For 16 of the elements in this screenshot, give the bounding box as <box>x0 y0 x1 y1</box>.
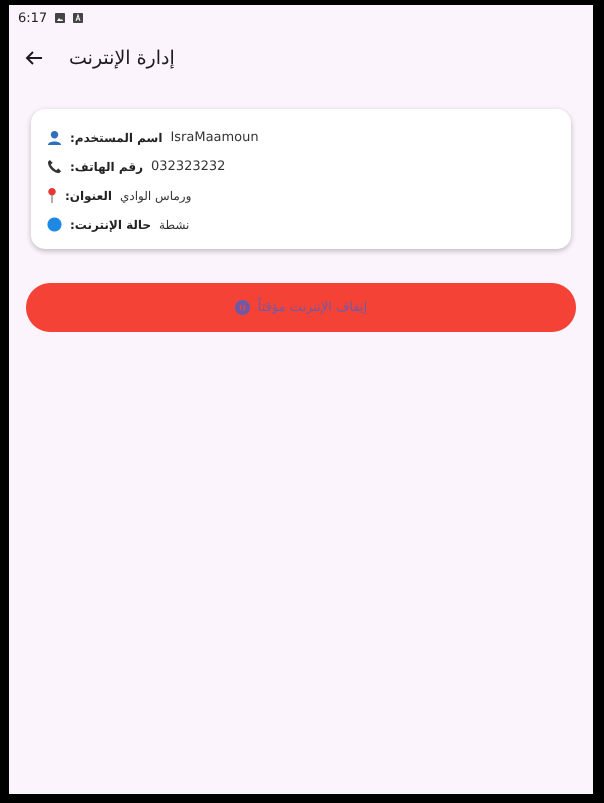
image-icon <box>55 13 66 23</box>
field-label: رقم الهاتف: <box>70 160 143 174</box>
field-label: العنوان: <box>65 188 112 202</box>
field-value: ورماس الوادي <box>120 188 192 202</box>
field-value: نشطة <box>159 218 190 232</box>
field-value: 032323232 <box>151 159 226 174</box>
page-title: إدارة الإنترنت <box>69 47 175 69</box>
status-time: 6:17 <box>18 10 48 26</box>
field-label: اسم المستخدم: <box>70 130 162 144</box>
field-label: حالة الإنترنت: <box>70 218 152 232</box>
pause-icon <box>234 300 250 315</box>
person-icon <box>47 130 62 145</box>
back-arrow-icon[interactable] <box>25 50 43 66</box>
phone-icon <box>47 159 62 174</box>
field-value: IsraMaamoun <box>170 130 259 145</box>
pin-icon <box>47 188 57 203</box>
